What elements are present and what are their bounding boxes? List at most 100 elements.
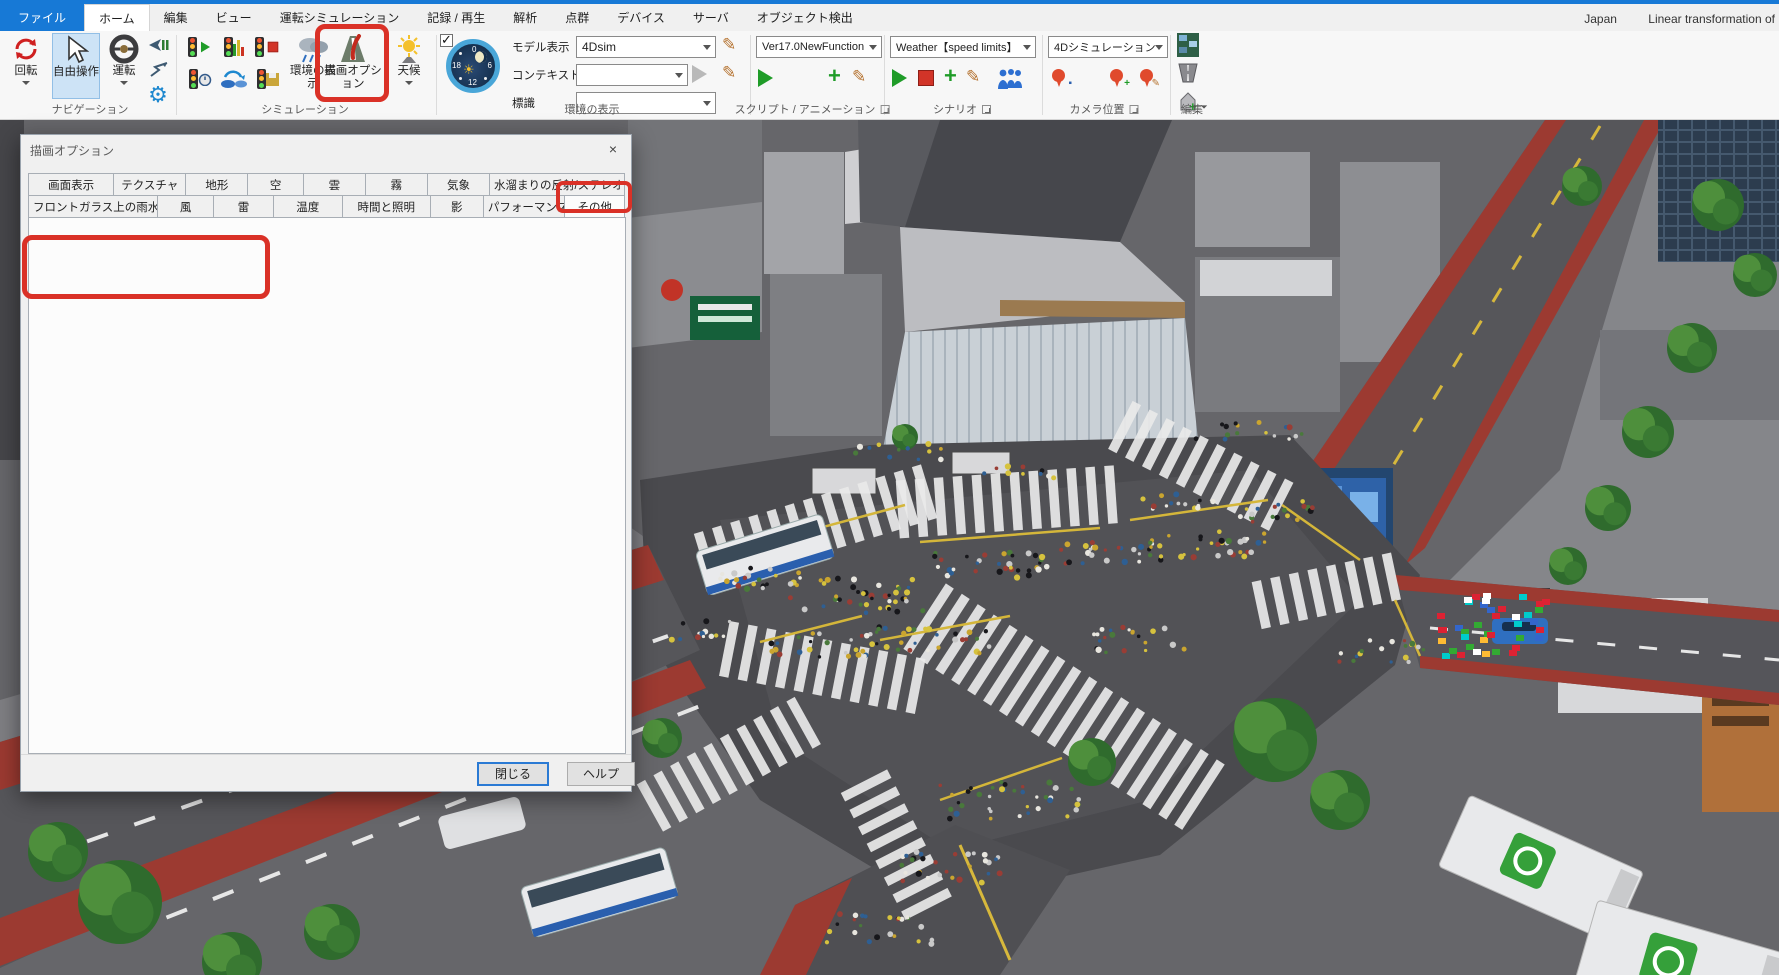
camera-add-pin-icon[interactable]: + — [1110, 69, 1124, 88]
tab-screen-display[interactable]: 画面表示 — [28, 173, 114, 195]
menu-server[interactable]: サーバ — [679, 4, 743, 31]
free-operation-label: 自由操作 — [53, 66, 99, 79]
scenario-play-icon[interactable] — [892, 69, 907, 87]
tab-time-lighting[interactable]: 時間と照明 — [342, 195, 431, 217]
tab-fog[interactable]: 霧 — [365, 173, 428, 195]
tab-clouds[interactable]: 雲 — [303, 173, 366, 195]
menu-view[interactable]: ビュー — [202, 4, 266, 31]
help-button[interactable]: ヘルプ — [567, 762, 635, 786]
tab-other[interactable]: その他 — [564, 195, 625, 217]
scenario-select[interactable]: Weather【speed limits】 — [890, 36, 1036, 58]
transform-label: Linear transformation of — [1648, 12, 1775, 26]
statusbar-right: Japan Linear transformation of — [1556, 12, 1775, 26]
group-camera: カメラ位置 — [1070, 101, 1139, 117]
tab-sky[interactable]: 空 — [247, 173, 303, 195]
drive-button[interactable]: 運転 — [104, 33, 144, 99]
texture-edit-icon[interactable] — [1176, 33, 1200, 57]
script-launcher-icon[interactable] — [880, 105, 889, 114]
draw-options-label: 描画オプション — [324, 65, 382, 91]
traffic-swap-icon[interactable] — [218, 67, 250, 91]
road-edit-icon[interactable] — [1176, 61, 1200, 85]
model-edit-pencil-icon[interactable]: ✎ — [722, 35, 736, 55]
tab-temperature[interactable]: 温度 — [273, 195, 343, 217]
drive-label: 運転 — [113, 65, 136, 78]
camera-edit-pin-icon[interactable]: ✎ — [1140, 69, 1154, 88]
tab-performance[interactable]: パフォーマンス — [483, 195, 566, 217]
menu-analysis[interactable]: 解析 — [499, 4, 551, 31]
environment-checkbox[interactable] — [440, 34, 453, 47]
region-label: Japan — [1584, 12, 1617, 26]
model-display-select[interactable]: 4Dsim — [576, 36, 716, 58]
steering-wheel-icon — [109, 33, 139, 65]
tab-weather[interactable]: 気象 — [427, 173, 490, 195]
menu-driving-sim[interactable]: 運転シミュレーション — [266, 4, 414, 31]
rotate-icon — [11, 33, 41, 65]
menu-object-detect[interactable]: オブジェクト検出 — [743, 4, 867, 31]
script-select[interactable]: Ver17.0NewFunction — [756, 36, 882, 58]
script-play-icon[interactable] — [758, 69, 773, 87]
rotate-button[interactable]: 回転 — [4, 33, 48, 99]
clock-18: 18 — [452, 61, 461, 70]
traffic-phase-icon[interactable] — [218, 35, 250, 59]
group-simulation: シミュレーション — [261, 101, 349, 117]
tab-texture[interactable]: テクスチャ — [113, 173, 186, 195]
scenario-add-icon[interactable]: + — [944, 67, 957, 85]
road-paintbrush-icon — [337, 33, 369, 65]
weather-dropdown-arrow[interactable] — [405, 81, 413, 85]
group-edit: 編集 — [1181, 101, 1203, 117]
group-navigation: ナビゲーション — [52, 101, 129, 117]
moon-icon — [475, 51, 487, 63]
camera-save-pin-icon[interactable]: ▪ — [1052, 69, 1066, 88]
flight-route-icon[interactable] — [146, 57, 170, 81]
clock-6: 6 — [488, 61, 492, 70]
tab-shadow[interactable]: 影 — [430, 195, 484, 217]
script-add-icon[interactable]: + — [828, 67, 841, 85]
context-label: コンテキスト — [512, 67, 581, 83]
scenario-launcher-icon[interactable] — [982, 105, 991, 114]
tab-panel-other — [28, 217, 626, 754]
traffic-stop-icon[interactable] — [252, 35, 284, 59]
tab-puddle-reflection[interactable]: 水溜まりの反射/ステレオ — [489, 173, 625, 195]
dialog-close-button[interactable]: × — [596, 136, 630, 162]
weather-button[interactable]: 天候 — [388, 33, 430, 99]
menu-pointcloud[interactable]: 点群 — [551, 4, 603, 31]
group-env-display: 環境の表示 — [565, 101, 620, 117]
signal-timer-icon[interactable] — [184, 67, 216, 91]
scenario-edit-pencil-icon[interactable]: ✎ — [966, 67, 980, 87]
camera-position-select[interactable]: 4Dシミュレーション — [1048, 36, 1168, 58]
menu-edit[interactable]: 編集 — [150, 4, 202, 31]
context-edit-pencil-icon[interactable]: ✎ — [722, 63, 736, 83]
menu-home[interactable]: ホーム — [84, 4, 150, 31]
close-button[interactable]: 閉じる — [477, 762, 549, 786]
tab-windshield-rain[interactable]: フロントガラス上の雨水 — [28, 195, 158, 217]
tab-thunder[interactable]: 雷 — [213, 195, 274, 217]
pedestrians-icon[interactable] — [996, 69, 1024, 89]
cursor-icon — [63, 34, 89, 66]
dialog-titlebar[interactable]: 描画オプション × — [21, 135, 631, 163]
tab-row-2: フロントガラス上の雨水 風 雷 温度 時間と照明 影 パフォーマンス その他 — [28, 195, 624, 217]
context-select[interactable] — [576, 64, 688, 86]
rotate-label: 回転 — [15, 65, 38, 78]
script-edit-pencil-icon[interactable]: ✎ — [852, 67, 866, 87]
signal-save-icon[interactable] — [252, 67, 284, 91]
clock-12: 12 — [468, 78, 477, 87]
drive-dropdown-arrow[interactable] — [120, 81, 128, 85]
menu-record-play[interactable]: 記録 / 再生 — [413, 4, 499, 31]
ribbon: 回転 自由操作 運転 ⚙ — [0, 31, 1779, 120]
tab-wind[interactable]: 風 — [157, 195, 214, 217]
context-play-icon — [692, 65, 707, 83]
camera-launcher-icon[interactable] — [1130, 105, 1139, 114]
flight-pause-icon[interactable] — [146, 33, 170, 57]
weather-label: 天候 — [398, 65, 421, 78]
menu-file[interactable]: ファイル — [0, 4, 84, 31]
menu-device[interactable]: デバイス — [603, 4, 679, 31]
free-operation-button[interactable]: 自由操作 — [52, 33, 100, 99]
time-clock-control[interactable]: 0 6 12 18 ☀ — [446, 39, 500, 93]
scenario-stop-icon[interactable] — [918, 70, 934, 86]
draw-options-dialog: 描画オプション × 画面表示 テクスチャ 地形 空 雲 霧 気象 水溜まりの反射… — [20, 134, 632, 792]
rotate-dropdown-arrow[interactable] — [22, 81, 30, 85]
settings-gear-icon[interactable]: ⚙ — [146, 83, 170, 107]
draw-options-button[interactable]: 描画オプション — [324, 33, 382, 99]
traffic-start-icon[interactable] — [184, 35, 216, 59]
tab-terrain[interactable]: 地形 — [185, 173, 248, 195]
